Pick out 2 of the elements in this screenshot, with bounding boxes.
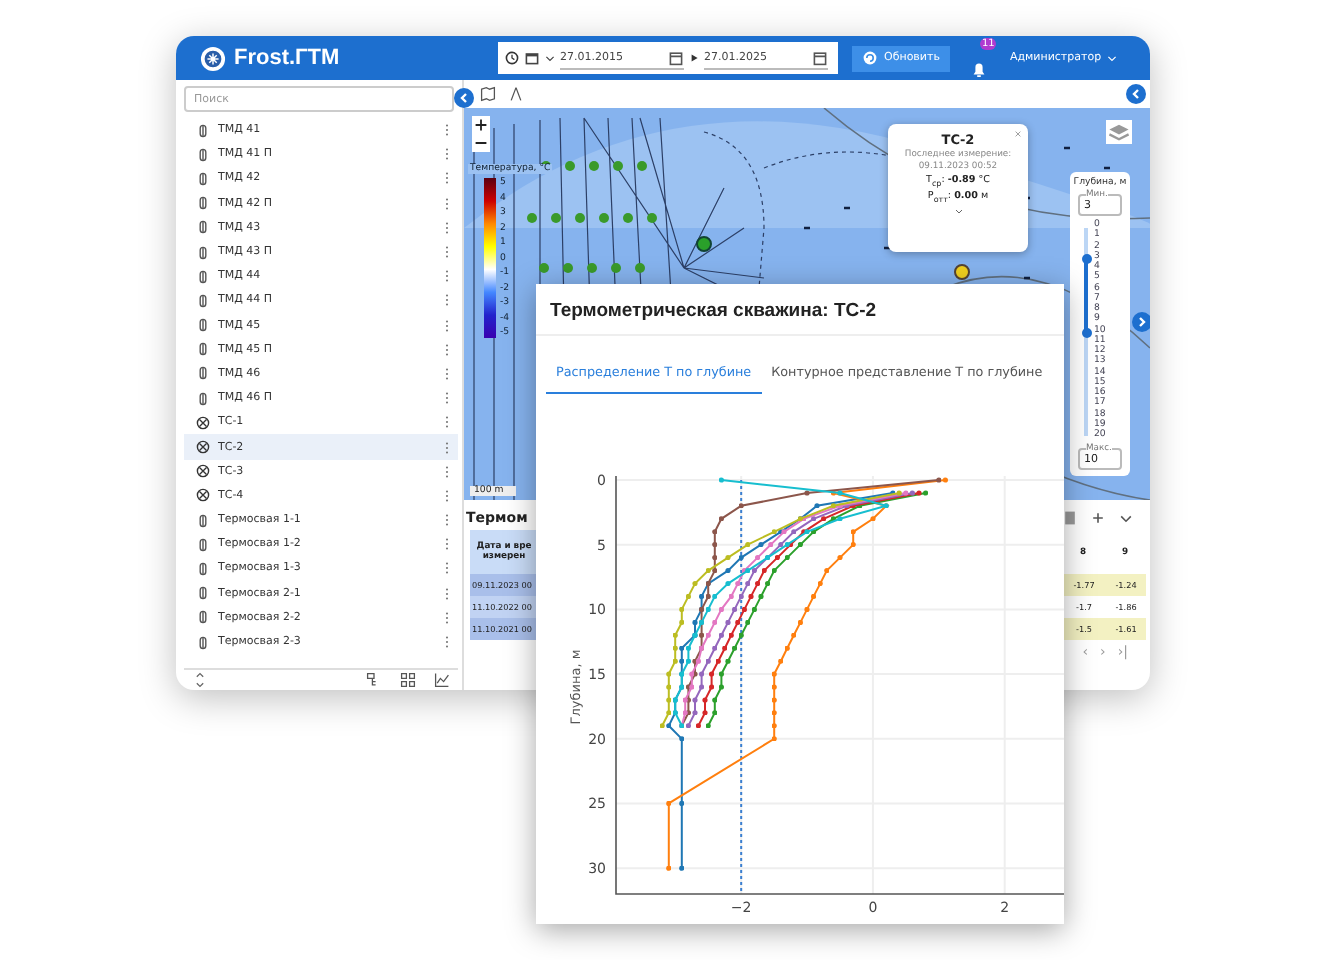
app-title: Frost.ГТМ: [234, 46, 342, 70]
dialog-title: Термометрическая скважина: ТС-2: [536, 284, 1064, 336]
